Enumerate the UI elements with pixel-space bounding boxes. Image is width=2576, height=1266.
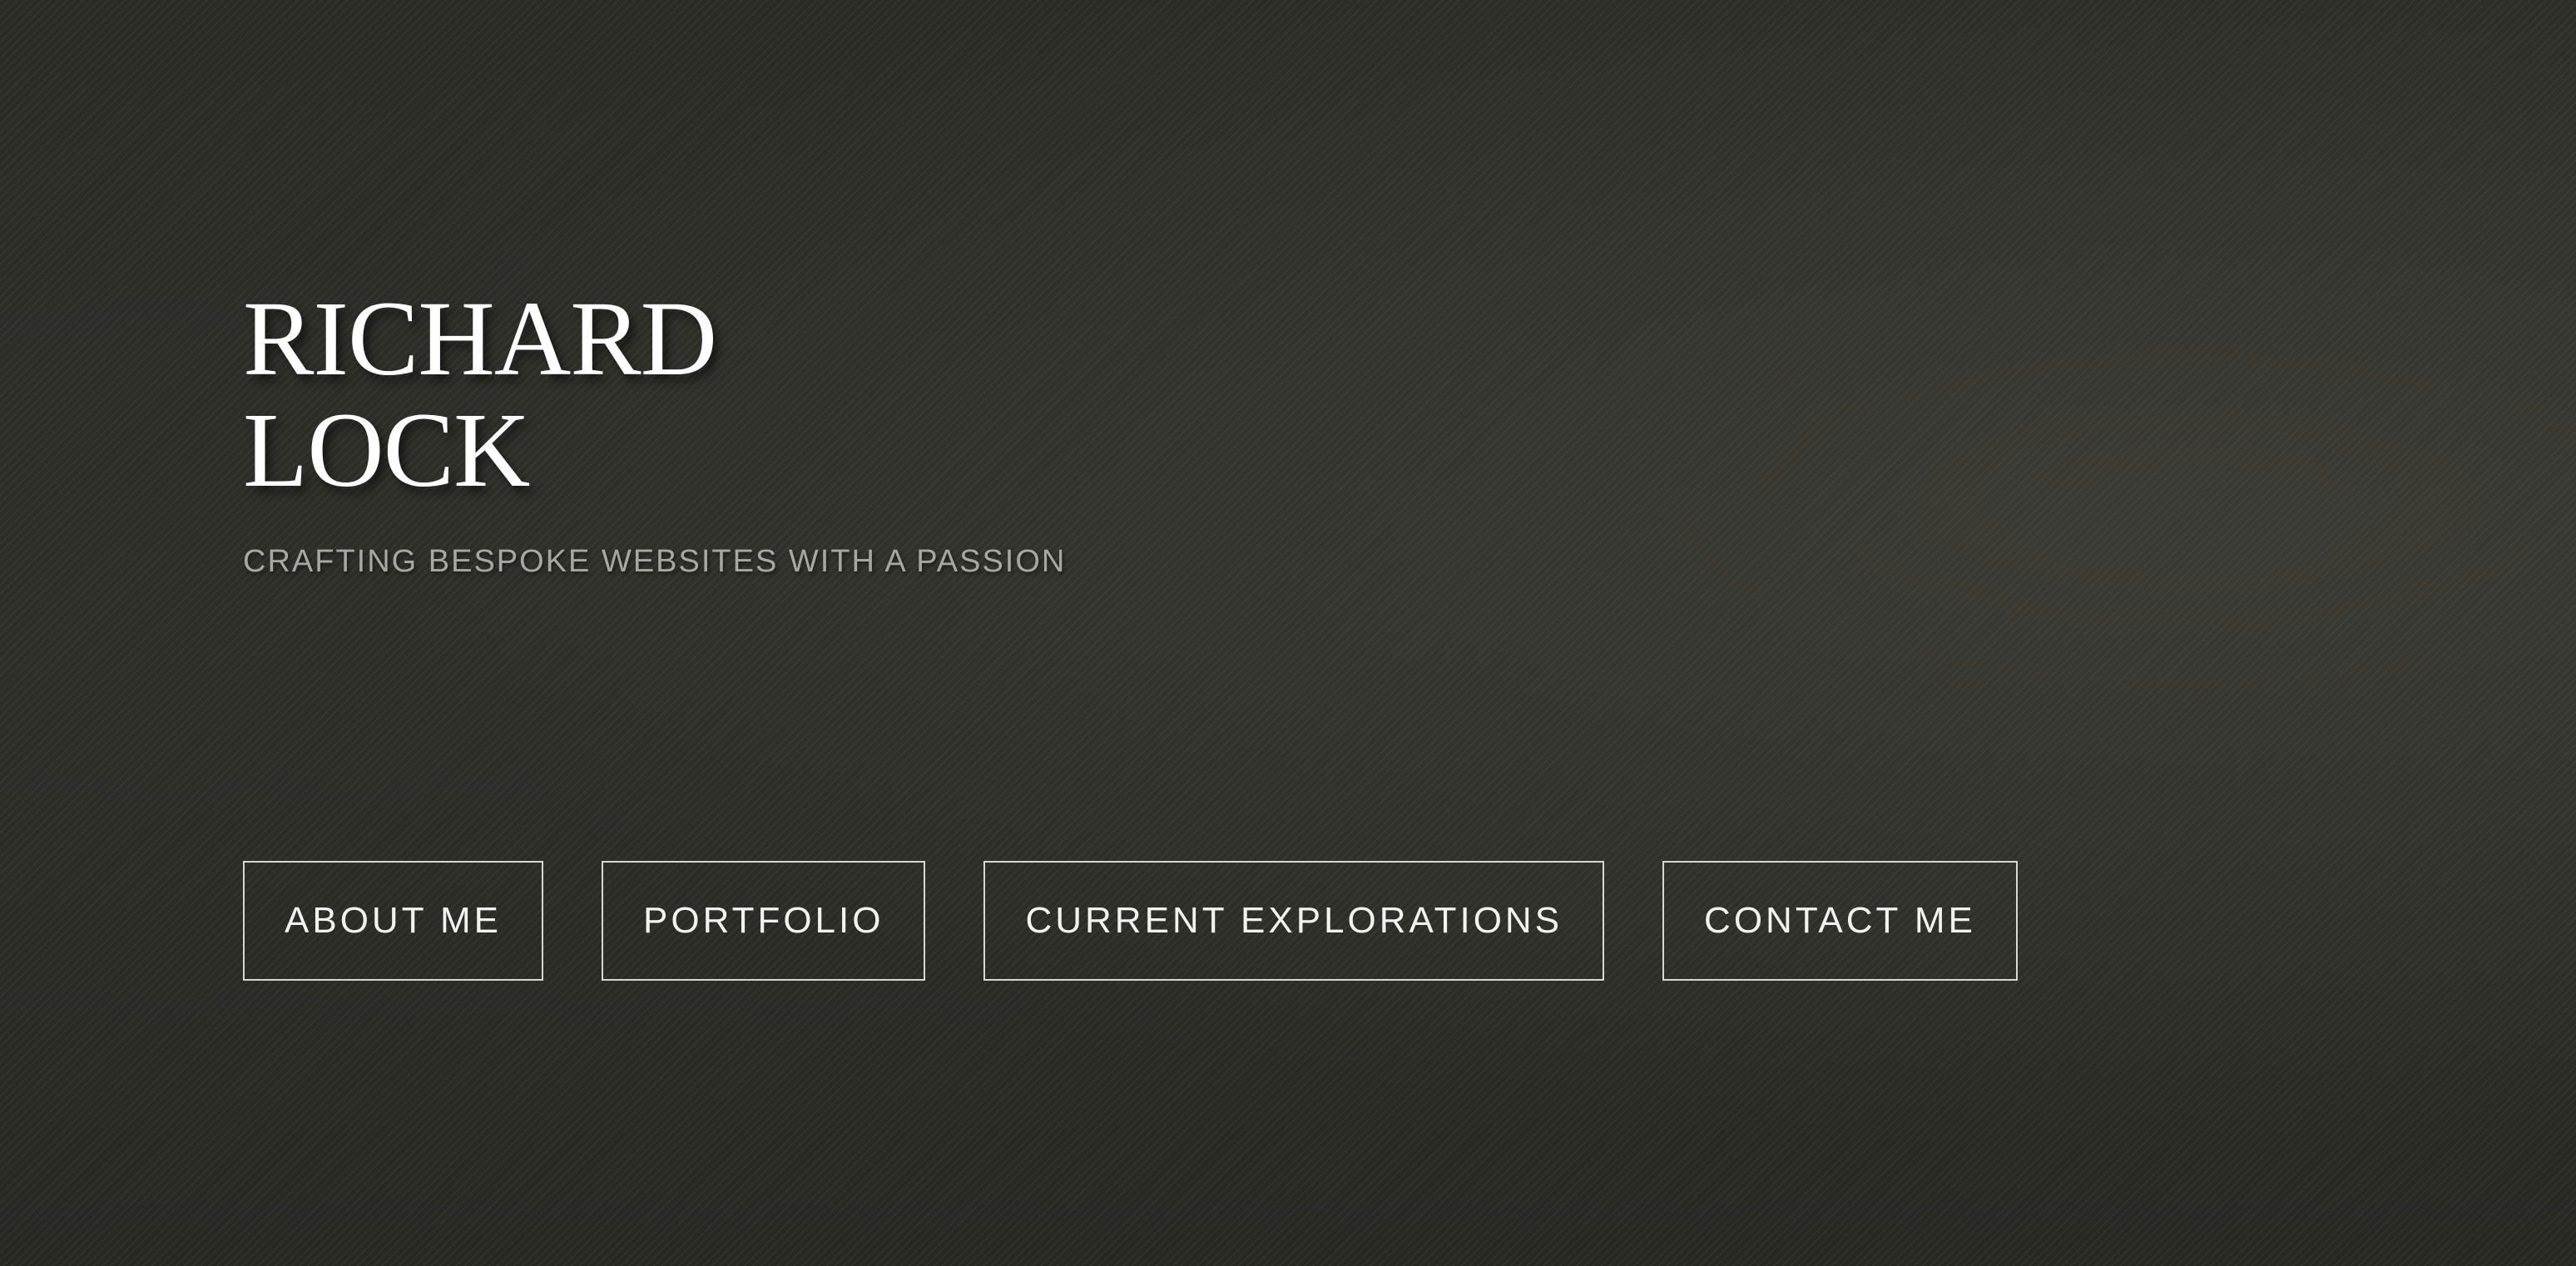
tagline: CRAFTING BESPOKE WEBSITES WITH A PASSION bbox=[243, 544, 1067, 579]
about-me-button[interactable]: ABOUT ME bbox=[243, 861, 544, 981]
hero-section: RICHARD LOCK CRAFTING BESPOKE WEBSITES W… bbox=[243, 283, 1066, 580]
site-title-line-2: LOCK bbox=[243, 391, 530, 509]
site-title-line-1: RICHARD bbox=[243, 279, 717, 398]
main-navigation: ABOUT ME PORTFOLIO CURRENT EXPLORATIONS … bbox=[243, 861, 2018, 981]
current-explorations-button[interactable]: CURRENT EXPLORATIONS bbox=[983, 861, 1605, 981]
portfolio-button[interactable]: PORTFOLIO bbox=[602, 861, 926, 981]
site-title: RICHARD LOCK bbox=[243, 283, 1066, 506]
contact-me-button[interactable]: CONTACT ME bbox=[1662, 861, 2018, 981]
